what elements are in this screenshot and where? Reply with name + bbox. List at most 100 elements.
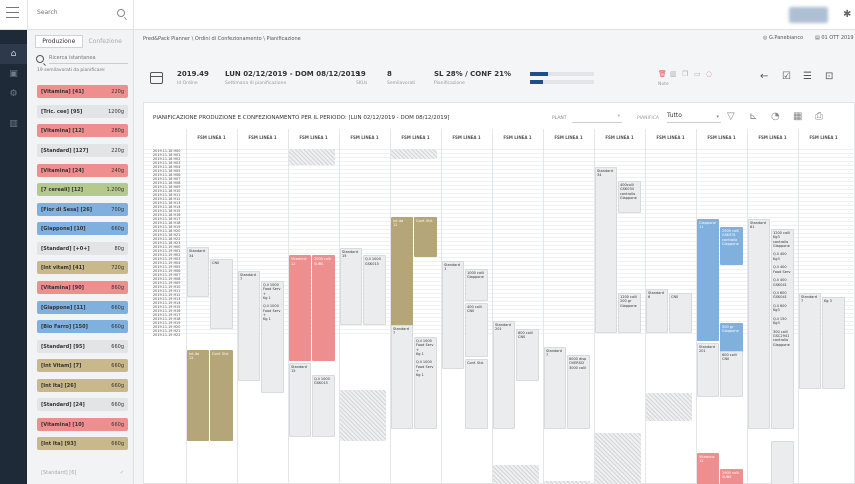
semi-list-item[interactable]: [Giappone] [11] 660g [37,301,128,314]
semi-item-label: [Int Ita] [26] [41,382,77,389]
trash-icon[interactable]: 🗑 [658,70,667,78]
semi-list-item[interactable]: [Fior di Sesa] [26] 700g [37,203,128,216]
semi-list-item[interactable]: [Int Vitam] [7] 660g [37,359,128,372]
schedule-block-label: Standard 201 [699,345,715,354]
semi-list-item[interactable]: [Int Ita] [93] 660g [37,437,128,450]
schedule-block[interactable] [493,465,539,484]
schedule-block[interactable] [442,261,464,369]
semi-list-item[interactable]: [Vitamina] [12] 280g [37,124,128,137]
instant-search-input[interactable] [49,53,128,64]
schedule-block[interactable] [771,441,794,484]
semi-list-item[interactable]: [Standard] [127] 220g [37,144,128,157]
schedule-block[interactable] [289,363,311,437]
package-icon [150,72,163,84]
schedule-block[interactable] [391,149,437,159]
semi-list-item[interactable]: [Int vitam] [41] 720g [37,261,128,274]
schedule-block[interactable] [748,219,770,429]
schedule-block[interactable] [493,321,515,429]
semi-item-label: [Fior di Sesa] [26] [41,206,92,213]
settings-icon[interactable]: ⚙ [0,84,27,104]
schedule-block[interactable] [391,325,413,429]
calendar-icon[interactable]: ▦ [793,111,802,122]
folder-icon[interactable]: ▭ [694,70,701,78]
semi-list-item[interactable]: [Standard] [24] 660g [37,398,128,411]
grid-row-line [144,193,855,194]
refresh-icon[interactable]: ◌ [706,70,712,78]
user-menu[interactable] [789,7,828,23]
collapse-icon[interactable]: ⊡ [825,71,833,82]
user-name[interactable]: ◎ G.Panebianco [763,35,803,41]
line-column-header: FSM LINEA 1 [452,135,481,140]
semi-list-item[interactable]: [Giappone] [10] 660g [37,222,128,235]
semi-item-label: [Giappone] [10] [41,225,86,232]
chart-icon[interactable]: ▥ [670,70,677,78]
semi-list-item[interactable]: [7 cereali] [12] 1.200g [37,183,128,196]
order-week-label: Settimana di pianificazione [225,81,287,86]
gear-icon[interactable]: ✱ [843,9,851,20]
semi-list-item[interactable]: [Vitamina] [10] 660g [37,418,128,431]
plant-select[interactable]: ▾ [572,112,622,123]
line-column-header: FSM LINEA 1 [758,135,787,140]
schedule-block[interactable] [210,349,233,441]
semi-list-item[interactable]: [Bio Farro] [150] 660g [37,320,128,333]
semi-list-item[interactable]: [Vitamina] [90] 860g [37,281,128,294]
semi-item-label: [Tric. cee] [95] [41,108,83,115]
grid-row-line [144,181,855,182]
line-chart-icon[interactable]: ⊾ [749,111,757,122]
filter-icon[interactable]: ▽ [727,111,735,122]
schedule-block[interactable] [210,259,233,329]
building-icon[interactable]: ▥ [0,114,27,134]
check-calendar-icon[interactable]: ☑ [782,71,791,82]
schedule-block[interactable] [799,293,821,389]
copy-icon[interactable]: ❐ [682,70,688,78]
grid-row-line [144,149,855,150]
home-icon[interactable]: ⌂ [0,44,27,64]
pie-chart-icon[interactable]: ◔ [771,111,780,122]
search-icon[interactable] [117,9,125,17]
semi-item-label: [Standard] [95] [41,343,85,350]
schedule-block-label: Conf. Std. [212,351,229,356]
schedule-block[interactable] [697,219,719,341]
search-input[interactable] [37,9,115,16]
semi-list-item[interactable]: [Vitamina] [41] 220g [37,85,128,98]
tab-produzione[interactable]: Produzione [35,35,83,48]
semi-list-item[interactable]: [Standard] [6] ✓ [37,466,128,479]
breadcrumb[interactable]: Pred&Pack Planner \ Ordini di Confeziona… [143,36,301,42]
schedule-block[interactable] [289,255,311,361]
semi-list-item[interactable]: [Standard] [+0+] 80g [37,242,128,255]
print-icon[interactable]: ⎙ [815,111,823,122]
sku-label: SKUs [356,81,368,86]
schedule-block-label: 600 colli CN0 [518,331,533,340]
schedule-block[interactable] [544,347,566,429]
semi-list-item[interactable]: [Tric. cee] [95] 1200g [37,105,128,118]
schedule-block-label: Giappone 11 [699,221,716,230]
semi-list-item[interactable]: [Int Ita] [26] 660g [37,379,128,392]
back-arrow-icon[interactable]: ← [760,71,768,82]
schedule-block[interactable] [238,271,260,381]
pianifica-select[interactable]: Tutto ▾ [667,112,721,123]
schedule-block[interactable] [187,349,209,441]
tab-confezione[interactable]: Confezione [83,35,129,48]
list-icon[interactable]: ☰ [803,71,812,82]
schedule-block[interactable] [646,393,692,421]
grid-row-line [144,197,855,198]
grid-row-line [144,189,855,190]
schedule-block[interactable] [391,217,413,333]
semi-item-label: [Giappone] [11] [41,304,86,311]
line-column-header: FSM LINEA 1 [299,135,328,140]
schedule-block[interactable] [289,149,335,165]
calendar-icon[interactable]: ▣ [0,64,27,84]
semi-item-qty: 220g [111,147,124,154]
schedule-block-label: Conf. Std. [416,219,433,223]
menu-icon[interactable] [6,7,19,23]
semi-list-item[interactable]: [Vitamina] [24] 240g [37,164,128,177]
schedule-block[interactable] [465,359,488,429]
schedule-block[interactable] [312,255,335,361]
schedule-block[interactable] [822,297,845,389]
schedule-block[interactable] [340,248,362,325]
semi-list-item[interactable]: [Standard] [95] 660g [37,340,128,353]
schedule-block[interactable] [340,390,386,441]
schedule-block[interactable] [595,433,641,484]
card-title: PIANIFICAZIONE PRODUZIONE E CONFEZIONAME… [153,115,450,121]
schedule-block[interactable] [595,167,617,333]
